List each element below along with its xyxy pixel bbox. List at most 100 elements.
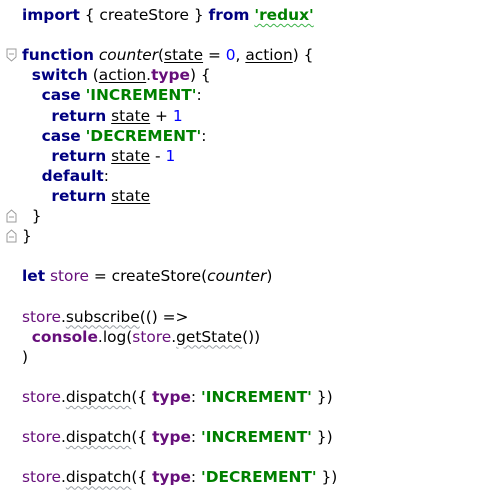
code-token: store xyxy=(22,468,61,487)
code-line[interactable]: function counter(state = 0, action) { xyxy=(22,45,313,65)
code-token: type xyxy=(152,428,191,447)
code-token: ({ xyxy=(131,468,153,487)
code-token: state xyxy=(111,106,151,125)
code-token: state xyxy=(111,146,151,165)
code-token: from xyxy=(208,6,250,24)
code-token: } xyxy=(22,207,42,225)
code-token: console xyxy=(31,327,98,346)
code-token: , xyxy=(235,46,246,65)
code-token: state xyxy=(164,46,204,65)
code-line[interactable]: } xyxy=(22,206,42,226)
code-line[interactable]: store.dispatch({ type: 'INCREMENT' }) xyxy=(22,427,333,447)
code-line[interactable]: import { createStore } from 'redux' xyxy=(22,5,314,25)
code-line[interactable]: store.dispatch({ type: 'INCREMENT' }) xyxy=(22,387,333,407)
code-token: state xyxy=(111,186,151,205)
code-token: 0 xyxy=(225,46,236,65)
code-line[interactable]: ) xyxy=(22,347,28,367)
code-token: ( xyxy=(87,66,99,85)
code-line[interactable]: return state - 1 xyxy=(22,146,175,166)
code-token: 'DECREMENT' xyxy=(85,126,202,145)
code-token: 'INCREMENT' xyxy=(201,387,312,406)
code-token: ) { xyxy=(189,66,211,85)
code-line[interactable]: case 'DECREMENT': xyxy=(22,126,207,146)
code-token: store xyxy=(49,267,89,286)
editor-gutter xyxy=(0,0,20,498)
code-token: store xyxy=(22,387,61,406)
code-token: dispatch xyxy=(65,428,132,447)
code-token: - xyxy=(150,146,166,165)
code-token: type xyxy=(152,468,191,487)
code-token: { createStore } xyxy=(79,6,209,24)
code-token: return xyxy=(51,106,107,125)
code-token: } xyxy=(22,227,32,246)
code-token: ({ xyxy=(131,387,153,406)
code-token: function xyxy=(22,46,94,65)
code-token: case xyxy=(41,126,81,145)
code-line[interactable]: default: xyxy=(22,166,109,186)
code-token: getState xyxy=(176,327,243,346)
code-line[interactable]: store.subscribe(() => xyxy=(22,307,188,327)
code-token: 1 xyxy=(165,146,176,165)
code-line[interactable]: switch (action.type) { xyxy=(22,65,211,85)
code-line[interactable]: return state xyxy=(22,186,150,206)
code-token: type xyxy=(152,387,191,406)
code-token: : xyxy=(201,126,207,145)
code-line[interactable]: store.dispatch({ type: 'DECREMENT' }) xyxy=(22,467,337,487)
code-token: ) xyxy=(266,267,273,286)
code-token: store xyxy=(22,307,61,326)
code-token: }) xyxy=(311,428,333,447)
code-token: counter xyxy=(207,267,267,286)
code-line[interactable]: } xyxy=(22,226,32,246)
code-token: dispatch xyxy=(65,387,132,406)
code-token: dispatch xyxy=(65,468,132,487)
code-token: ({ xyxy=(131,428,153,447)
code-line[interactable]: return state + 1 xyxy=(22,106,182,126)
code-token: ()) xyxy=(242,327,261,346)
code-token: : xyxy=(190,468,201,487)
fold-open-icon[interactable] xyxy=(6,48,17,62)
code-token: counter xyxy=(98,46,159,65)
code-token: }) xyxy=(311,387,333,406)
fold-close-icon[interactable] xyxy=(6,209,17,223)
fold-close-icon[interactable] xyxy=(6,229,17,243)
code-token: (() => xyxy=(139,307,189,326)
code-token: switch xyxy=(31,66,88,85)
code-token: = xyxy=(203,46,226,65)
code-token: return xyxy=(51,146,107,165)
code-token: }) xyxy=(316,468,338,487)
code-line[interactable]: console.log(store.getState()) xyxy=(22,327,260,347)
code-token: + xyxy=(150,106,173,125)
code-token: = createStore( xyxy=(88,267,208,286)
code-token: let xyxy=(22,267,46,286)
code-token: default xyxy=(41,166,104,185)
code-token: log xyxy=(102,327,127,346)
code-line[interactable]: let store = createStore(counter) xyxy=(22,266,272,286)
code-token: store xyxy=(22,428,61,447)
code-token: ) xyxy=(22,347,29,366)
code-token: return xyxy=(51,186,107,205)
code-token: subscribe xyxy=(65,307,140,326)
code-token: : xyxy=(190,428,201,447)
code-token: 'INCREMENT' xyxy=(85,86,197,105)
code-token: store xyxy=(132,327,172,346)
code-token: : xyxy=(190,387,201,406)
code-token: ) { xyxy=(292,46,314,65)
code-token: : xyxy=(196,86,202,105)
code-token: case xyxy=(41,86,81,105)
code-token: : xyxy=(103,166,109,185)
code-token: 'DECREMENT' xyxy=(201,468,317,487)
code-token: import xyxy=(22,6,80,24)
code-line[interactable]: case 'INCREMENT': xyxy=(22,85,202,105)
code-token: action xyxy=(245,46,293,65)
code-token: action xyxy=(98,66,147,85)
code-token: 'INCREMENT' xyxy=(201,428,312,447)
code-editor[interactable]: import { createStore } from 'redux' funct… xyxy=(0,0,500,498)
